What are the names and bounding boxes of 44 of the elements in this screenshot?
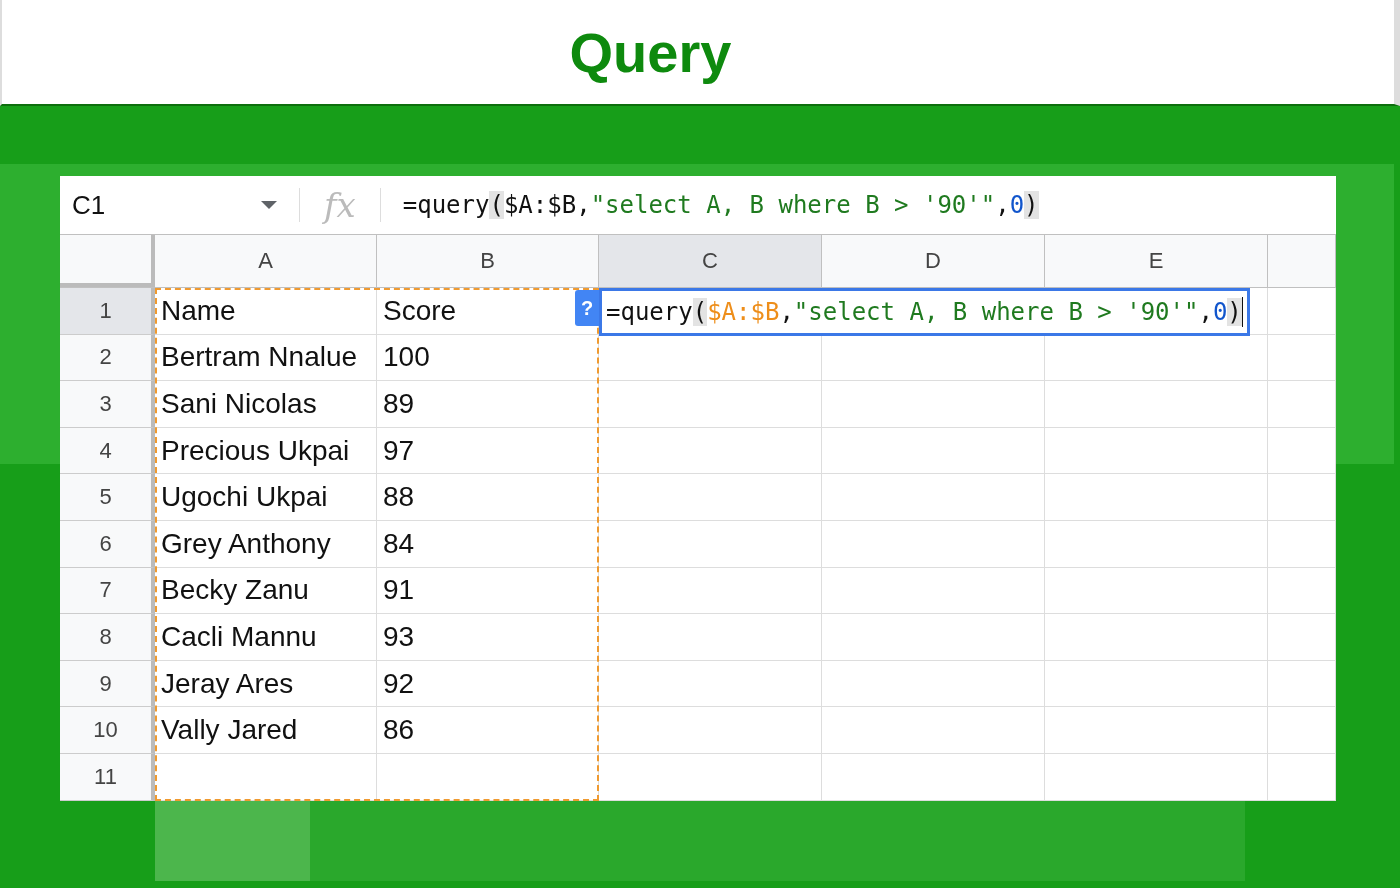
fx-label: fx xyxy=(321,185,357,225)
row-header[interactable]: 5 xyxy=(60,474,155,521)
empty-cell xyxy=(1268,753,1336,801)
table-cell: 84 xyxy=(377,520,599,568)
table-cell: Becky Zanu xyxy=(155,567,377,615)
column-header[interactable]: D xyxy=(822,235,1045,287)
row-header[interactable]: 8 xyxy=(60,614,155,661)
row-header[interactable]: 6 xyxy=(60,520,155,568)
formula-input[interactable]: =query($A:$B,"select A, B where B > '90'",0) xyxy=(390,191,1039,219)
name-box[interactable]: C1 xyxy=(60,189,289,221)
cell-editor[interactable]: =query($A:$B,"select A, B where B > '90'",0) xyxy=(599,288,1250,336)
table-cell: 86 xyxy=(377,707,599,754)
empty-cell xyxy=(1268,660,1336,708)
empty-cell xyxy=(1268,381,1336,428)
column-header[interactable]: C xyxy=(599,235,822,287)
row-header[interactable]: 4 xyxy=(60,427,155,475)
column-header[interactable]: A xyxy=(155,235,377,287)
row-header[interactable]: 1 xyxy=(60,288,155,335)
caret-icon xyxy=(261,201,277,209)
row-header[interactable]: 7 xyxy=(60,567,155,615)
table-cell: Cacli Mannu xyxy=(155,614,377,661)
row-header[interactable]: 10 xyxy=(60,707,155,754)
row-header[interactable]: 9 xyxy=(60,660,155,708)
table-cell: 88 xyxy=(377,474,599,521)
empty-cell xyxy=(1268,474,1336,521)
empty-cell xyxy=(1268,614,1336,661)
help-badge[interactable]: ? xyxy=(575,290,599,326)
table-cell: Jeray Ares xyxy=(155,660,377,708)
empty-cell xyxy=(1268,567,1336,615)
row-header[interactable]: 3 xyxy=(60,381,155,428)
empty-cell xyxy=(1268,334,1336,382)
row-header[interactable]: 11 xyxy=(60,753,155,801)
empty-cell xyxy=(1268,520,1336,568)
table-cell: Grey Anthony xyxy=(155,520,377,568)
table-cell: 93 xyxy=(377,614,599,661)
empty-cell xyxy=(1268,427,1336,475)
row-header[interactable]: 2 xyxy=(60,334,155,382)
page-title: Query xyxy=(569,19,733,85)
table-cell: 91 xyxy=(377,567,599,615)
table-cell: Vally Jared xyxy=(155,707,377,754)
column-header[interactable]: E xyxy=(1045,235,1268,287)
table-cell: Ugochi Ukpai xyxy=(155,474,377,521)
empty-cell xyxy=(1268,707,1336,754)
table-cell: 92 xyxy=(377,660,599,708)
